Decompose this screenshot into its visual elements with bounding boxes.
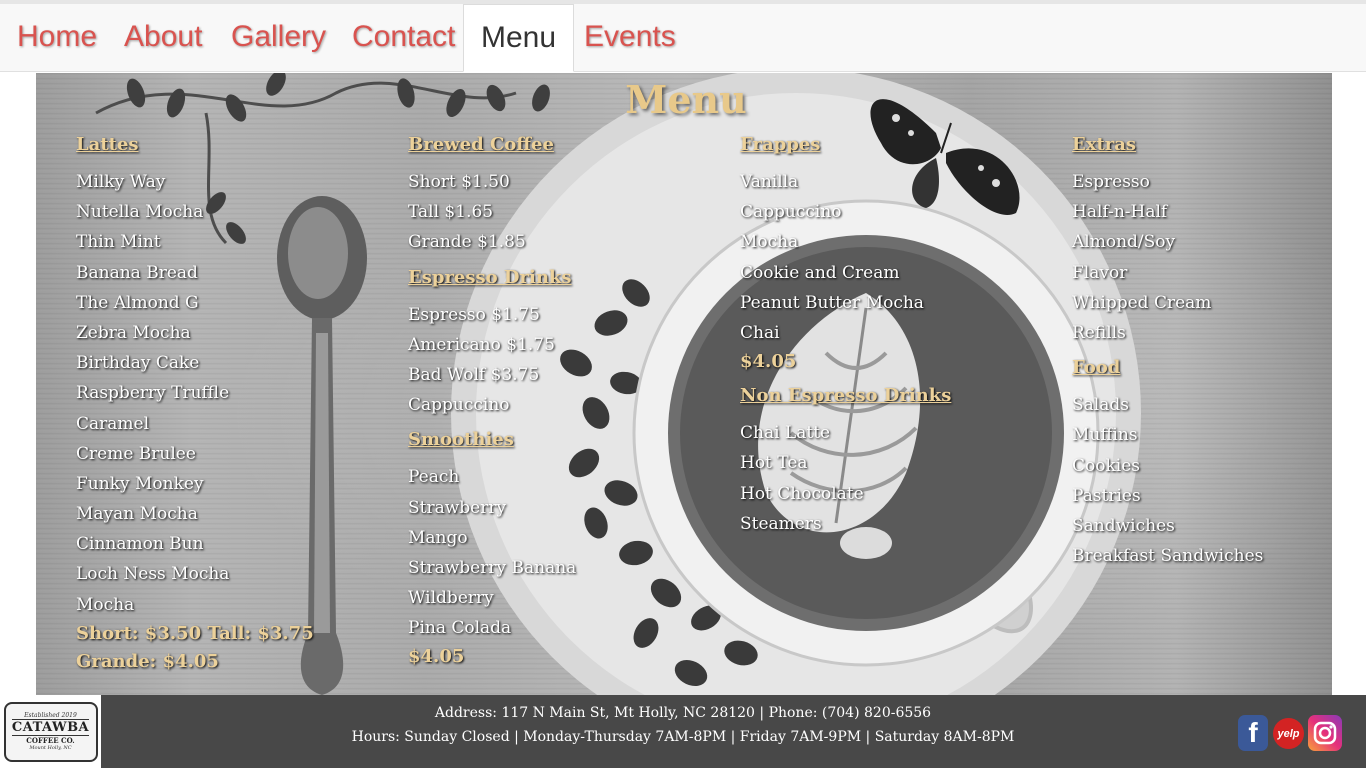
lattes-price-grande: Grande: $4.05 <box>76 650 219 672</box>
list-item: Milky Way <box>76 172 166 192</box>
logo-name: CATAWBA <box>11 719 90 736</box>
top-nav: Home About Gallery Contact Menu Events <box>0 4 1366 72</box>
nav-about[interactable]: About <box>124 4 202 72</box>
non-espresso-heading: Non Espresso Drinks <box>740 385 952 407</box>
list-item: Peach <box>408 467 460 488</box>
list-item: Zebra Mocha <box>76 322 191 343</box>
frappes-price: $4.05 <box>740 351 797 373</box>
footer-info: Address: 117 N Main St, Mt Holly, NC 281… <box>300 701 1066 749</box>
list-item: Whipped Cream <box>1072 292 1212 313</box>
list-item: Cinnamon Bun <box>76 534 204 555</box>
instagram-glyph <box>1313 721 1337 745</box>
brewed-coffee-heading: Brewed Coffee <box>408 134 554 155</box>
list-item: Muffins <box>1072 425 1138 446</box>
list-item: Sandwiches <box>1072 515 1175 536</box>
column-extras: Extras Espresso Half-n-Half Almond/Soy F… <box>1072 133 1263 571</box>
lattes-heading: Lattes <box>76 134 139 155</box>
nav-contact[interactable]: Contact <box>352 4 455 72</box>
nav-events[interactable]: Events <box>584 4 676 72</box>
list-item: Cookies <box>1072 455 1140 476</box>
list-item: Wildberry <box>408 588 494 609</box>
list-item: Hot Chocolate <box>740 483 864 504</box>
list-item: Nutella Mocha <box>76 202 204 223</box>
list-item: Mango <box>408 527 468 548</box>
list-item: Banana Bread <box>76 262 198 283</box>
logo-established: Established 2019 <box>24 712 77 719</box>
list-item: Americano $1.75 <box>408 334 555 355</box>
list-item: Creme Brulee <box>76 443 196 464</box>
list-item: Espresso <box>1072 172 1150 192</box>
list-item: The Almond G <box>76 292 199 313</box>
instagram-icon[interactable] <box>1308 715 1342 751</box>
list-item: Vanilla <box>740 172 799 192</box>
column-coffee: Brewed Coffee Short $1.50 Tall $1.65 Gra… <box>408 133 576 671</box>
espresso-drinks-heading: Espresso Drinks <box>408 266 572 288</box>
smoothies-heading: Smoothies <box>408 429 514 451</box>
smoothies-price: $4.05 <box>408 646 465 668</box>
footer-address: Address: 117 N Main St, Mt Holly, NC 281… <box>434 705 932 721</box>
list-item: Loch Ness Mocha <box>76 564 230 585</box>
logo-subtitle: COFFEE CO. <box>26 736 75 745</box>
list-item: Cookie and Cream <box>740 262 900 283</box>
frappes-heading: Frappes <box>740 134 821 155</box>
yelp-icon[interactable]: yelp <box>1273 718 1304 749</box>
list-item: Breakfast Sandwiches <box>1072 546 1264 567</box>
list-item: Cappuccino <box>740 202 842 223</box>
list-item: Mocha <box>740 232 799 253</box>
list-item: Bad Wolf $3.75 <box>408 364 540 385</box>
list-item: Grande $1.85 <box>408 232 526 253</box>
footer-hours: Hours: Sunday Closed | Monday-Thursday 7… <box>351 729 1015 745</box>
list-item: Half-n-Half <box>1072 202 1168 223</box>
list-item: Thin Mint <box>76 232 161 253</box>
list-item: Caramel <box>76 413 150 434</box>
list-item: Salads <box>1072 395 1129 416</box>
list-item: Espresso $1.75 <box>408 304 540 325</box>
list-item: Mocha <box>76 594 135 615</box>
column-frappes: Frappes Vanilla Cappuccino Mocha Cookie … <box>740 133 951 539</box>
menu-board: Menu Lattes Milky Way Nutella Mocha Thin… <box>36 73 1332 695</box>
site-footer: Established 2019 CATAWBA COFFEE CO. Moun… <box>0 695 1366 768</box>
list-item: Pastries <box>1072 485 1141 506</box>
list-item: Chai <box>740 322 780 343</box>
nav-menu[interactable]: Menu <box>463 4 575 72</box>
catawba-logo[interactable]: Established 2019 CATAWBA COFFEE CO. Moun… <box>0 695 101 768</box>
list-item: Strawberry Banana <box>408 557 577 578</box>
list-item: Steamers <box>740 513 822 534</box>
list-item: Tall $1.65 <box>408 202 494 223</box>
list-item: Pina Colada <box>408 618 512 639</box>
nav-home[interactable]: Home <box>17 4 97 72</box>
list-item: Mayan Mocha <box>76 504 198 525</box>
nav-gallery[interactable]: Gallery <box>231 4 326 72</box>
list-item: Raspberry Truffle <box>76 383 230 404</box>
list-item: Refills <box>1072 322 1126 343</box>
extras-heading: Extras <box>1072 134 1137 155</box>
list-item: Peanut Butter Mocha <box>740 292 924 313</box>
list-item: Birthday Cake <box>76 353 200 374</box>
list-item: Funky Monkey <box>76 473 204 494</box>
list-item: Cappuccino <box>408 395 510 416</box>
list-item: Strawberry <box>408 497 507 518</box>
facebook-icon[interactable]: f <box>1238 715 1268 751</box>
list-item: Hot Tea <box>740 453 808 474</box>
list-item: Flavor <box>1072 262 1128 283</box>
logo-badge: Established 2019 CATAWBA COFFEE CO. Moun… <box>3 701 98 762</box>
list-item: Chai Latte <box>740 423 831 444</box>
list-item: Short $1.50 <box>408 172 510 192</box>
list-item: Almond/Soy <box>1072 232 1176 253</box>
food-heading: Food <box>1072 357 1121 379</box>
menu-board-title: Menu <box>625 77 747 122</box>
logo-location: Mount Holly, NC <box>29 745 72 751</box>
lattes-price-short-tall: Short: $3.50 Tall: $3.75 <box>76 622 314 644</box>
column-lattes: Lattes Milky Way Nutella Mocha Thin Mint… <box>76 133 314 676</box>
